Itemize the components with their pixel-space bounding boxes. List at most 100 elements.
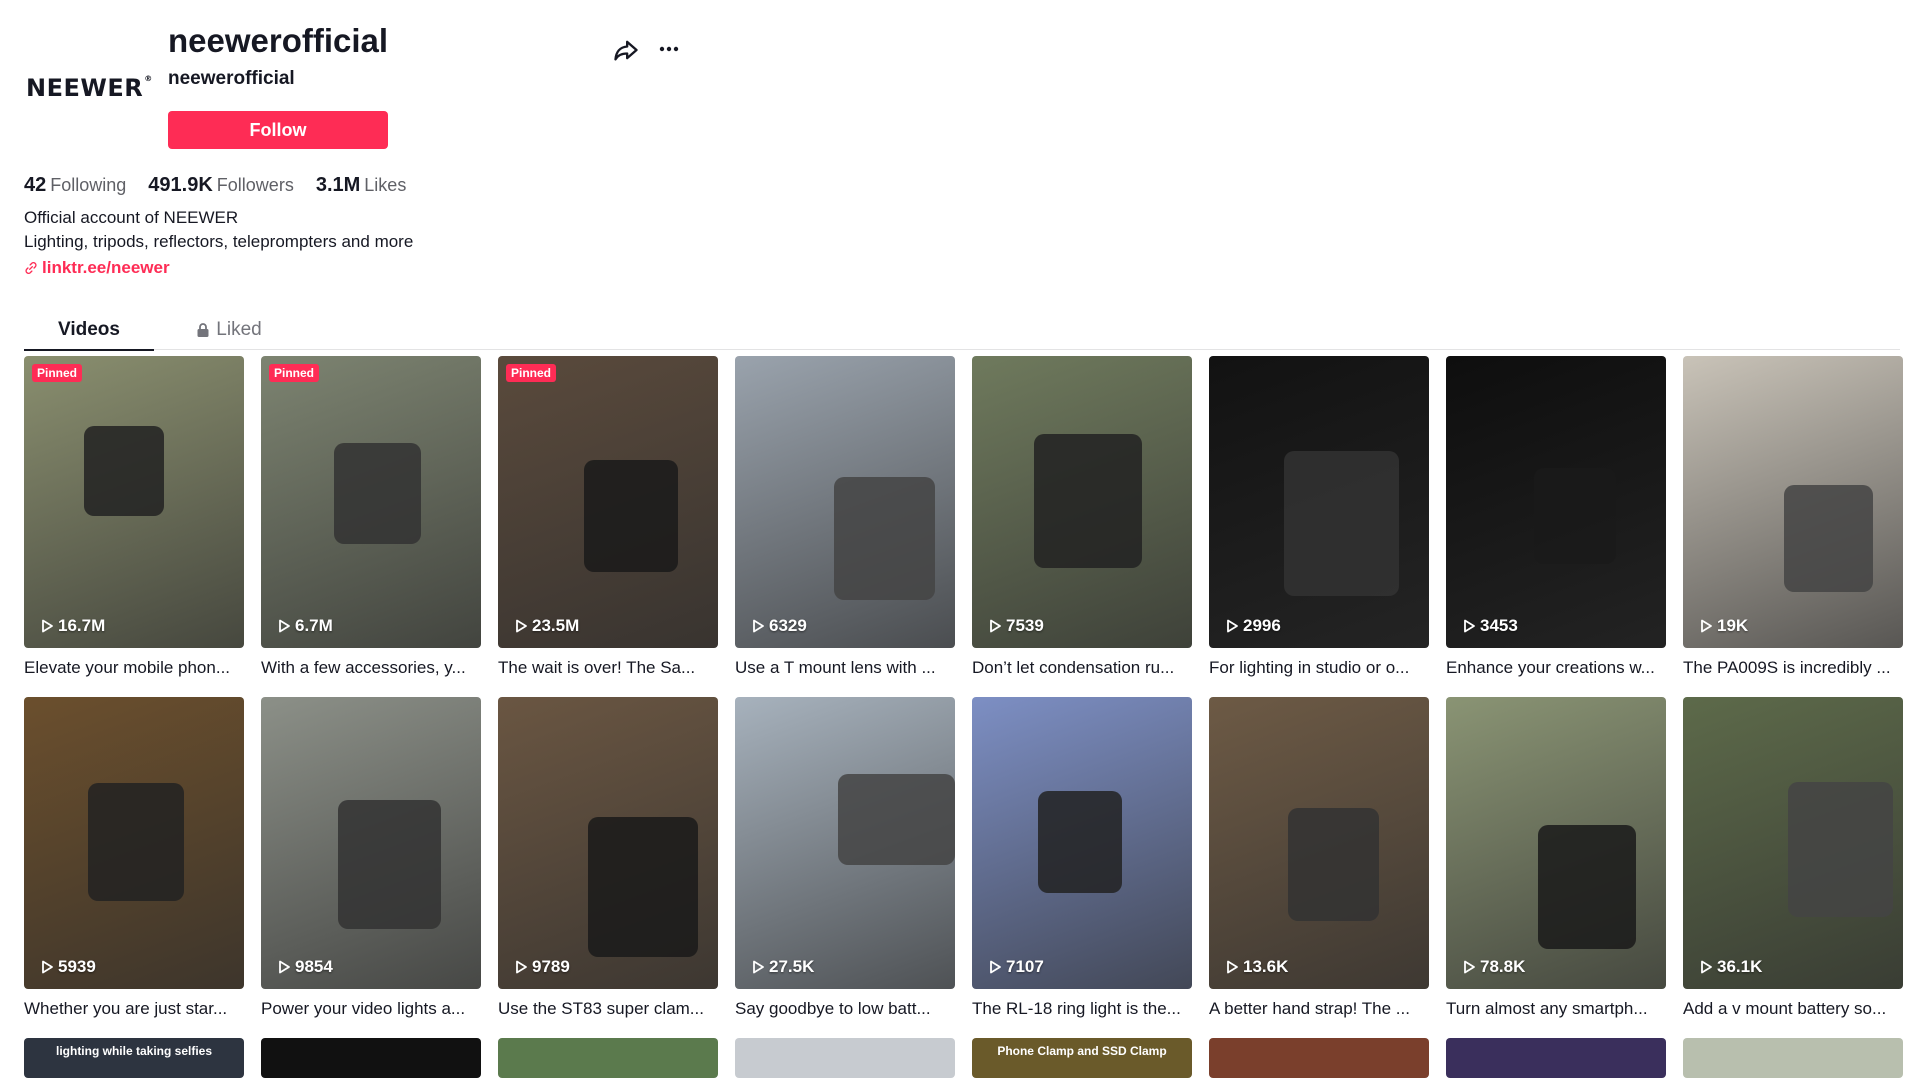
- view-count: 6.7M: [277, 616, 333, 636]
- video-description[interactable]: Enhance your creations w...: [1446, 656, 1666, 680]
- view-count: 3453: [1462, 616, 1518, 636]
- video-description[interactable]: Whether you are just star...: [24, 997, 244, 1021]
- tab-liked[interactable]: Liked: [164, 310, 294, 350]
- play-icon: [753, 619, 764, 633]
- video-description[interactable]: Use a T mount lens with ...: [735, 656, 955, 680]
- video-card[interactable]: 13.6K A better hand strap! The ...: [1209, 697, 1429, 1021]
- video-card[interactable]: 19K The PA009S is incredibly ...: [1683, 356, 1903, 680]
- video-description[interactable]: Turn almost any smartph...: [1446, 997, 1666, 1021]
- video-card[interactable]: [498, 1038, 718, 1078]
- video-description[interactable]: With a few accessories, y...: [261, 656, 481, 680]
- stat-followers[interactable]: 491.9K Followers: [148, 174, 294, 197]
- more-icon[interactable]: [654, 34, 684, 64]
- video-card[interactable]: Pinned 6.7M With a few accessories, y...: [261, 356, 481, 680]
- video-card[interactable]: 78.8K Turn almost any smartph...: [1446, 697, 1666, 1021]
- video-card[interactable]: [1683, 1038, 1903, 1078]
- tab-videos[interactable]: Videos: [24, 310, 154, 351]
- follow-button[interactable]: Follow: [168, 111, 388, 149]
- video-thumbnail[interactable]: 3453: [1446, 356, 1666, 648]
- video-thumbnail[interactable]: 13.6K: [1209, 697, 1429, 989]
- video-thumbnail[interactable]: 6329: [735, 356, 955, 648]
- video-description[interactable]: The RL-18 ring light is the...: [972, 997, 1192, 1021]
- video-card[interactable]: 6329 Use a T mount lens with ...: [735, 356, 955, 680]
- video-thumbnail[interactable]: lighting while taking selfies: [24, 1038, 244, 1078]
- view-count: 36.1K: [1699, 957, 1762, 977]
- video-thumbnail[interactable]: 5939: [24, 697, 244, 989]
- view-count-text: 19K: [1717, 616, 1749, 635]
- video-thumbnail[interactable]: 36.1K: [1683, 697, 1903, 989]
- video-thumbnail[interactable]: 19K: [1683, 356, 1903, 648]
- video-thumbnail[interactable]: 78.8K: [1446, 697, 1666, 989]
- view-count: 9854: [277, 957, 333, 977]
- video-thumbnail[interactable]: [1683, 1038, 1903, 1078]
- stat-likes-value: 3.1M: [315, 174, 361, 196]
- video-thumbnail[interactable]: Phone Clamp and SSD Clamp: [972, 1038, 1192, 1078]
- play-icon: [516, 619, 527, 633]
- video-card[interactable]: 7539 Don’t let condensation ru...: [972, 356, 1192, 680]
- view-count: 19K: [1699, 616, 1748, 636]
- thumbnail-object: [1034, 434, 1142, 568]
- video-card[interactable]: [1209, 1038, 1429, 1078]
- share-icon[interactable]: [612, 36, 640, 64]
- profile-link[interactable]: linktr.ee/neewer: [24, 258, 170, 278]
- view-count-text: 13.6K: [1243, 957, 1289, 976]
- video-description[interactable]: The wait is over! The Sa...: [498, 656, 718, 680]
- video-description[interactable]: For lighting in studio or o...: [1209, 656, 1429, 680]
- video-thumbnail[interactable]: [1209, 1038, 1429, 1078]
- video-thumbnail[interactable]: [498, 1038, 718, 1078]
- video-card[interactable]: Phone Clamp and SSD Clamp: [972, 1038, 1192, 1078]
- thumbnail-object: [584, 460, 678, 572]
- video-card[interactable]: 3453 Enhance your creations w...: [1446, 356, 1666, 680]
- video-thumbnail[interactable]: [1446, 1038, 1666, 1078]
- lock-icon: [197, 323, 209, 337]
- view-count: 9789: [514, 957, 570, 977]
- video-card[interactable]: lighting while taking selfies: [24, 1038, 244, 1078]
- video-thumbnail[interactable]: 2996: [1209, 356, 1429, 648]
- video-description[interactable]: Power your video lights a...: [261, 997, 481, 1021]
- video-description[interactable]: The PA009S is incredibly ...: [1683, 656, 1903, 680]
- view-count-text: 2996: [1243, 616, 1281, 635]
- video-card[interactable]: [261, 1038, 481, 1078]
- view-count-text: 5939: [58, 957, 96, 976]
- video-card[interactable]: 5939 Whether you are just star...: [24, 697, 244, 1021]
- video-card[interactable]: 2996 For lighting in studio or o...: [1209, 356, 1429, 680]
- thumbnail-object: [1784, 485, 1873, 592]
- play-icon: [1701, 619, 1712, 633]
- video-description[interactable]: Use the ST83 super clam...: [498, 997, 718, 1021]
- video-thumbnail[interactable]: 7539: [972, 356, 1192, 648]
- view-count: 7107: [988, 957, 1044, 977]
- video-thumbnail[interactable]: Pinned 6.7M: [261, 356, 481, 648]
- video-thumbnail[interactable]: Pinned 23.5M: [498, 356, 718, 648]
- video-card[interactable]: 9854 Power your video lights a...: [261, 697, 481, 1021]
- view-count-text: 6.7M: [295, 616, 333, 635]
- video-thumbnail[interactable]: [261, 1038, 481, 1078]
- video-thumbnail[interactable]: 27.5K: [735, 697, 955, 989]
- thumbnail-object: [1788, 782, 1893, 917]
- video-card[interactable]: 9789 Use the ST83 super clam...: [498, 697, 718, 1021]
- view-count-text: 78.8K: [1480, 957, 1526, 976]
- video-thumbnail[interactable]: [735, 1038, 955, 1078]
- video-card[interactable]: [1446, 1038, 1666, 1078]
- play-icon: [1227, 960, 1238, 974]
- video-description[interactable]: Don’t let condensation ru...: [972, 656, 1192, 680]
- thumbnail-object: [84, 426, 164, 516]
- video-card[interactable]: 36.1K Add a v mount battery so...: [1683, 697, 1903, 1021]
- thumbnail-object: [334, 443, 421, 544]
- video-card[interactable]: Pinned 16.7M Elevate your mobile phon...: [24, 356, 244, 680]
- video-card[interactable]: Pinned 23.5M The wait is over! The Sa...: [498, 356, 718, 680]
- video-thumbnail[interactable]: Pinned 16.7M: [24, 356, 244, 648]
- video-description[interactable]: Elevate your mobile phon...: [24, 656, 244, 680]
- video-card[interactable]: 7107 The RL-18 ring light is the...: [972, 697, 1192, 1021]
- view-count: 5939: [40, 957, 96, 977]
- video-description[interactable]: Say goodbye to low batt...: [735, 997, 955, 1021]
- thumbnail-object: [338, 800, 441, 929]
- video-description[interactable]: A better hand strap! The ...: [1209, 997, 1429, 1021]
- video-description[interactable]: Add a v mount battery so...: [1683, 997, 1903, 1021]
- video-thumbnail[interactable]: 9854: [261, 697, 481, 989]
- video-thumbnail[interactable]: 9789: [498, 697, 718, 989]
- video-card[interactable]: 27.5K Say goodbye to low batt...: [735, 697, 955, 1021]
- video-card[interactable]: [735, 1038, 955, 1078]
- video-thumbnail[interactable]: 7107: [972, 697, 1192, 989]
- play-icon: [516, 960, 527, 974]
- stat-following[interactable]: 42 Following: [24, 174, 126, 197]
